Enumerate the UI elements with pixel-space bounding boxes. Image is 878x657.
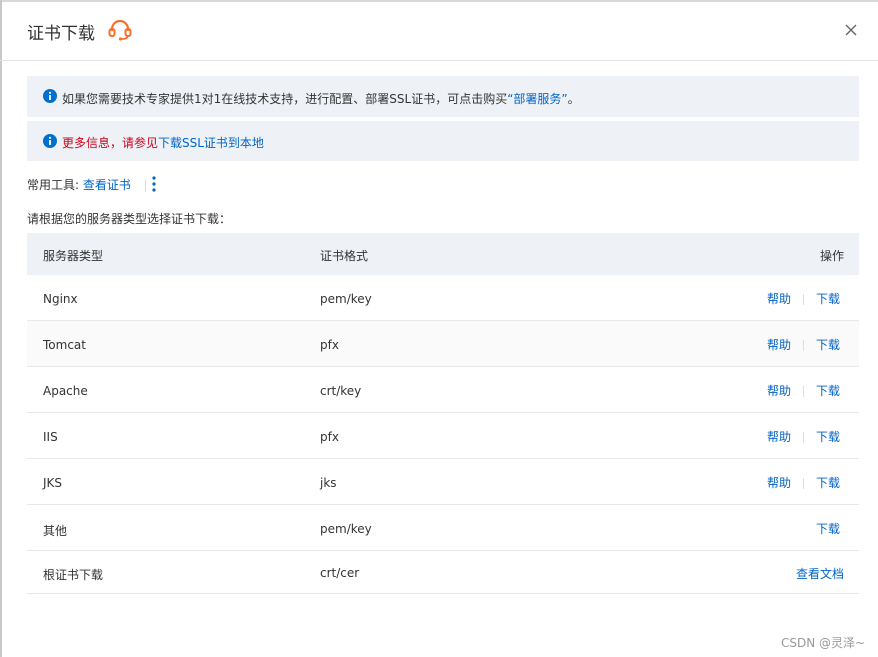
- table-row: Apache crt/key 帮助 下载: [27, 367, 859, 413]
- cert-format-cell: jks: [320, 476, 337, 490]
- divider: [802, 386, 804, 397]
- cert-format-cell: pfx: [320, 338, 339, 352]
- divider: [802, 432, 804, 443]
- table-row: IIS pfx 帮助 下载: [27, 413, 859, 459]
- download-link[interactable]: 下载: [816, 338, 840, 352]
- server-type-cell: IIS: [43, 430, 58, 444]
- server-type-cell: 其他: [43, 524, 68, 538]
- close-icon[interactable]: [841, 20, 861, 40]
- row-actions: 下载: [816, 520, 840, 537]
- download-link[interactable]: 下载: [816, 522, 840, 536]
- download-ssl-doc-link[interactable]: 下载SSL证书到本地: [158, 136, 264, 150]
- help-link[interactable]: 帮助: [767, 292, 791, 306]
- help-link[interactable]: 帮助: [767, 430, 791, 444]
- view-cert-link[interactable]: 查看证书: [83, 178, 131, 192]
- notice-suffix: 。: [567, 92, 580, 106]
- notice-text: 更多信息，请参见下载SSL证书到本地: [62, 134, 264, 151]
- more-vertical-icon[interactable]: [149, 175, 159, 193]
- table-row: Nginx pem/key 帮助 下载: [27, 275, 859, 321]
- dialog-title: 证书下载: [27, 24, 95, 44]
- table-row: 根证书下载 crt/cer 查看文档: [27, 551, 859, 594]
- notice-prefix: 更多信息，请参见: [62, 136, 159, 150]
- cert-format-cell: pfx: [320, 430, 339, 444]
- info-icon: [43, 134, 57, 148]
- view-docs-link[interactable]: 查看文档: [796, 567, 844, 581]
- window-left-edge: [0, 0, 2, 657]
- row-actions: 帮助 下载: [767, 336, 840, 353]
- server-type-cell: JKS: [43, 476, 63, 490]
- more-info-notice: 更多信息，请参见下载SSL证书到本地: [27, 121, 859, 161]
- tools-label: 常用工具:: [27, 178, 80, 192]
- header-cert-format: 证书格式: [320, 249, 369, 263]
- deploy-service-link[interactable]: “部署服务”: [507, 92, 567, 106]
- divider: [802, 340, 804, 351]
- help-link[interactable]: 帮助: [767, 476, 791, 490]
- header-actions: 操作: [819, 249, 844, 263]
- table-row: 其他 pem/key 下载: [27, 505, 859, 551]
- watermark: CSDN @灵泽~: [781, 636, 866, 650]
- notice-text: 如果您需要技术专家提供1对1在线技术支持，进行配置、部署SSL证书，可点击购买“…: [62, 90, 580, 107]
- server-type-cell: Nginx: [43, 292, 78, 306]
- row-actions: 帮助 下载: [767, 382, 840, 399]
- download-link[interactable]: 下载: [816, 430, 840, 444]
- deploy-service-notice: 如果您需要技术专家提供1对1在线技术支持，进行配置、部署SSL证书，可点击购买“…: [27, 76, 859, 117]
- divider: [802, 478, 804, 489]
- cert-format-cell: crt/key: [320, 384, 362, 398]
- cert-format-cell: crt/cer: [320, 566, 360, 580]
- cert-format-cell: pem/key: [320, 522, 372, 536]
- select-server-prompt: 请根据您的服务器类型选择证书下载：: [27, 212, 232, 226]
- row-actions: 帮助 下载: [767, 290, 840, 307]
- cert-download-table: 服务器类型 证书格式 操作 Nginx pem/key 帮助 下载 Tomcat …: [27, 233, 859, 594]
- server-type-cell: Tomcat: [43, 338, 86, 352]
- row-actions: 帮助 下载: [767, 428, 840, 445]
- notice-body: 如果您需要技术专家提供1对1在线技术支持，进行配置、部署SSL证书，可点击购买: [62, 92, 508, 106]
- download-link[interactable]: 下载: [816, 292, 840, 306]
- row-actions: 查看文档: [796, 565, 844, 582]
- divider: [144, 179, 146, 192]
- help-link[interactable]: 帮助: [767, 338, 791, 352]
- download-link[interactable]: 下载: [816, 384, 840, 398]
- header-server-type: 服务器类型: [43, 249, 104, 263]
- row-actions: 帮助 下载: [767, 474, 840, 491]
- info-icon: [43, 89, 57, 103]
- common-tools: 常用工具: 查看证书: [27, 176, 156, 193]
- server-type-cell: 根证书下载: [43, 568, 104, 582]
- server-type-cell: Apache: [43, 384, 88, 398]
- dialog-header: 证书下载: [0, 0, 878, 61]
- table-row: JKS jks 帮助 下载: [27, 459, 859, 505]
- help-link[interactable]: 帮助: [767, 384, 791, 398]
- table-row: Tomcat pfx 帮助 下载: [27, 321, 859, 367]
- table-header: 服务器类型 证书格式 操作: [27, 233, 859, 275]
- headset-icon[interactable]: [107, 18, 133, 42]
- cert-format-cell: pem/key: [320, 292, 372, 306]
- download-link[interactable]: 下载: [816, 476, 840, 490]
- divider: [802, 294, 804, 305]
